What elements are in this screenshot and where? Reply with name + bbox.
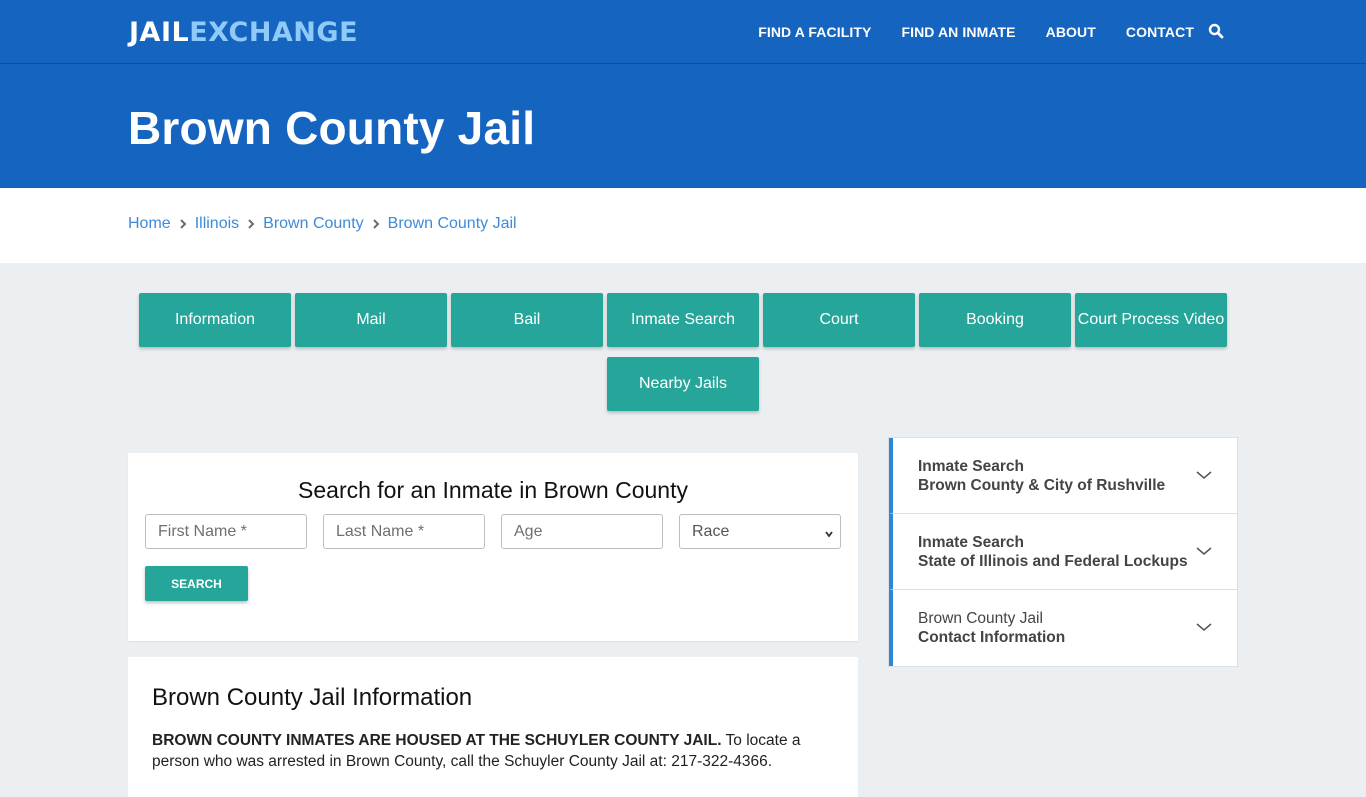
chevron-right-icon bbox=[239, 219, 263, 229]
accordion-item-county-inmate-search[interactable]: Inmate Search Brown County & City of Rus… bbox=[889, 438, 1237, 514]
age-input[interactable] bbox=[501, 514, 663, 549]
race-select[interactable]: Race bbox=[679, 514, 841, 549]
breadcrumb-bar: Home Illinois Brown County Brown County … bbox=[0, 188, 1366, 263]
nav-about[interactable]: ABOUT bbox=[1046, 24, 1096, 40]
chevron-down-icon[interactable] bbox=[1195, 544, 1213, 562]
accordion-item-state-inmate-search[interactable]: Inmate Search State of Illinois and Fede… bbox=[889, 514, 1237, 590]
chevron-right-icon bbox=[364, 219, 388, 229]
tab-bail[interactable]: Bail bbox=[451, 293, 603, 347]
search-icon[interactable] bbox=[1208, 23, 1224, 39]
accordion-item-line1: Inmate Search bbox=[918, 458, 1024, 475]
sidebar-accordion: Inmate Search Brown County & City of Rus… bbox=[888, 437, 1238, 667]
tab-inmate-search[interactable]: Inmate Search bbox=[607, 293, 759, 347]
chevron-down-icon bbox=[824, 526, 834, 544]
accordion-item-contact-information[interactable]: Brown County Jail Contact Information bbox=[889, 590, 1237, 666]
info-heading: Brown County Jail Information bbox=[152, 684, 473, 711]
breadcrumb-state[interactable]: Illinois bbox=[195, 215, 239, 233]
jail-information-card: Brown County Jail Information BROWN COUN… bbox=[128, 657, 858, 797]
info-bold-text: BROWN COUNTY INMATES ARE HOUSED AT THE S… bbox=[152, 732, 722, 749]
search-card-title: Search for an Inmate in Brown County bbox=[298, 477, 688, 503]
breadcrumb-current[interactable]: Brown County Jail bbox=[388, 215, 517, 233]
chevron-down-icon[interactable] bbox=[1195, 620, 1213, 638]
page-title: Brown County Jail bbox=[128, 102, 536, 154]
last-name-input[interactable] bbox=[323, 514, 485, 549]
nav-find-facility[interactable]: FIND A FACILITY bbox=[758, 24, 871, 40]
tab-nearby-jails[interactable]: Nearby Jails bbox=[607, 357, 759, 411]
accordion-item-line2: Brown County & City of Rushville bbox=[918, 477, 1166, 494]
breadcrumb-county[interactable]: Brown County bbox=[263, 215, 364, 233]
tab-court[interactable]: Court bbox=[763, 293, 915, 347]
main-nav: FIND A FACILITY FIND AN INMATE ABOUT CON… bbox=[758, 0, 1194, 64]
top-navbar: JAILEXCHANGE FIND A FACILITY FIND AN INM… bbox=[0, 0, 1366, 64]
page-hero: Brown County Jail bbox=[0, 64, 1366, 188]
logo-exchange-text: EXCHANGE bbox=[189, 17, 359, 48]
accordion-item-line2: Contact Information bbox=[918, 629, 1066, 646]
breadcrumb-home[interactable]: Home bbox=[128, 215, 171, 233]
tab-court-process-video[interactable]: Court Process Video bbox=[1075, 293, 1227, 347]
nav-contact[interactable]: CONTACT bbox=[1126, 24, 1194, 40]
chevron-down-icon[interactable] bbox=[1195, 468, 1213, 486]
tab-mail[interactable]: Mail bbox=[295, 293, 447, 347]
accordion-item-line1: Brown County Jail bbox=[918, 610, 1043, 627]
race-select-value: Race bbox=[692, 522, 730, 540]
chevron-right-icon bbox=[171, 219, 195, 229]
breadcrumb: Home Illinois Brown County Brown County … bbox=[128, 215, 517, 233]
tab-booking[interactable]: Booking bbox=[919, 293, 1071, 347]
search-button[interactable]: SEARCH bbox=[145, 566, 248, 601]
accordion-item-line1: Inmate Search bbox=[918, 534, 1024, 551]
tab-information[interactable]: Information bbox=[139, 293, 291, 347]
accordion-item-line2: State of Illinois and Federal Lockups bbox=[918, 553, 1188, 570]
first-name-input[interactable] bbox=[145, 514, 307, 549]
section-tabs: Information Mail Bail Inmate Search Cour… bbox=[0, 293, 1366, 421]
site-logo[interactable]: JAILEXCHANGE bbox=[129, 17, 358, 48]
info-paragraph: BROWN COUNTY INMATES ARE HOUSED AT THE S… bbox=[152, 730, 842, 772]
nav-find-inmate[interactable]: FIND AN INMATE bbox=[901, 24, 1015, 40]
inmate-search-card: Search for an Inmate in Brown County Rac… bbox=[128, 453, 858, 641]
logo-jail-text: JAIL bbox=[129, 17, 190, 48]
